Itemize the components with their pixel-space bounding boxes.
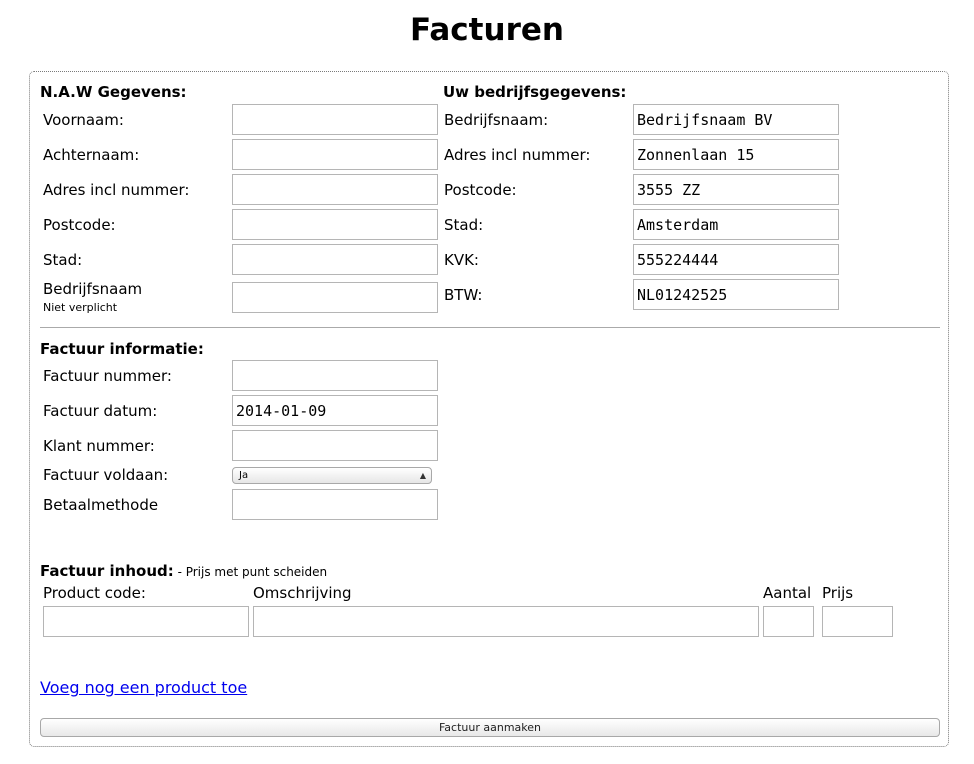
btw-input[interactable]	[633, 279, 839, 310]
company-address-label: Adres incl nummer:	[444, 146, 591, 164]
company-address-input[interactable]	[633, 139, 839, 170]
company-name-label: Bedrijfsnaam:	[444, 111, 549, 129]
description-input[interactable]	[253, 606, 759, 637]
price-column-label: Prijs	[822, 584, 854, 602]
contents-title: Factuur inhoud:	[40, 562, 174, 580]
postcode-input[interactable]	[232, 209, 438, 240]
invoice-date-label: Factuur datum:	[43, 402, 158, 420]
address-label: Adres incl nummer:	[43, 181, 190, 199]
first-name-label: Voornaam:	[43, 111, 124, 129]
company-city-input[interactable]	[633, 209, 839, 240]
company-postcode-input[interactable]	[633, 174, 839, 205]
quantity-column-label: Aantal	[763, 584, 812, 602]
naw-section-title: N.A.W Gegevens:	[40, 83, 187, 101]
kvk-input[interactable]	[633, 244, 839, 275]
optional-hint: Niet verplicht	[43, 301, 118, 314]
company-name-input[interactable]	[633, 104, 839, 135]
product-code-column-label: Product code:	[43, 584, 146, 602]
address-input[interactable]	[232, 174, 438, 205]
postcode-label: Postcode:	[43, 216, 116, 234]
create-invoice-button[interactable]: Factuur aanmaken	[40, 718, 940, 737]
payment-method-input[interactable]	[232, 489, 438, 520]
select-arrows-icon: ▲︎	[419, 471, 426, 480]
description-column-label: Omschrijving	[253, 584, 352, 602]
add-product-link[interactable]: Voeg nog een product toe	[40, 678, 247, 698]
invoice-paid-selected-value: Ja	[239, 470, 249, 481]
price-format-note: - Prijs met punt scheiden	[173, 565, 328, 579]
invoice-section-title: Factuur informatie:	[40, 340, 204, 358]
customer-number-input[interactable]	[232, 430, 438, 461]
company-section-title: Uw bedrijfsgegevens:	[443, 83, 627, 101]
section-divider	[40, 327, 940, 328]
invoice-paid-label: Factuur voldaan:	[43, 466, 169, 484]
customer-company-input[interactable]	[232, 282, 438, 313]
invoice-number-label: Factuur nummer:	[43, 367, 172, 385]
invoice-number-input[interactable]	[232, 360, 438, 391]
invoice-form	[29, 71, 949, 747]
city-input[interactable]	[232, 244, 438, 275]
btw-label: BTW:	[444, 286, 483, 304]
invoice-paid-select[interactable]: Ja ▲︎	[232, 467, 432, 484]
contents-section-title: Factuur inhoud: - Prijs met punt scheide…	[40, 562, 327, 581]
price-input[interactable]	[822, 606, 893, 637]
city-label: Stad:	[43, 251, 83, 269]
page-title: Facturen	[410, 12, 564, 48]
last-name-label: Achternaam:	[43, 146, 140, 164]
last-name-input[interactable]	[232, 139, 438, 170]
company-postcode-label: Postcode:	[444, 181, 517, 199]
payment-method-label: Betaalmethode	[43, 496, 159, 514]
company-city-label: Stad:	[444, 216, 484, 234]
invoice-date-input[interactable]	[232, 395, 438, 426]
kvk-label: KVK:	[444, 251, 479, 269]
customer-company-label: Bedrijfsnaam	[43, 280, 143, 298]
first-name-input[interactable]	[232, 104, 438, 135]
quantity-input[interactable]	[763, 606, 814, 637]
product-code-input[interactable]	[43, 606, 249, 637]
customer-number-label: Klant nummer:	[43, 437, 155, 455]
